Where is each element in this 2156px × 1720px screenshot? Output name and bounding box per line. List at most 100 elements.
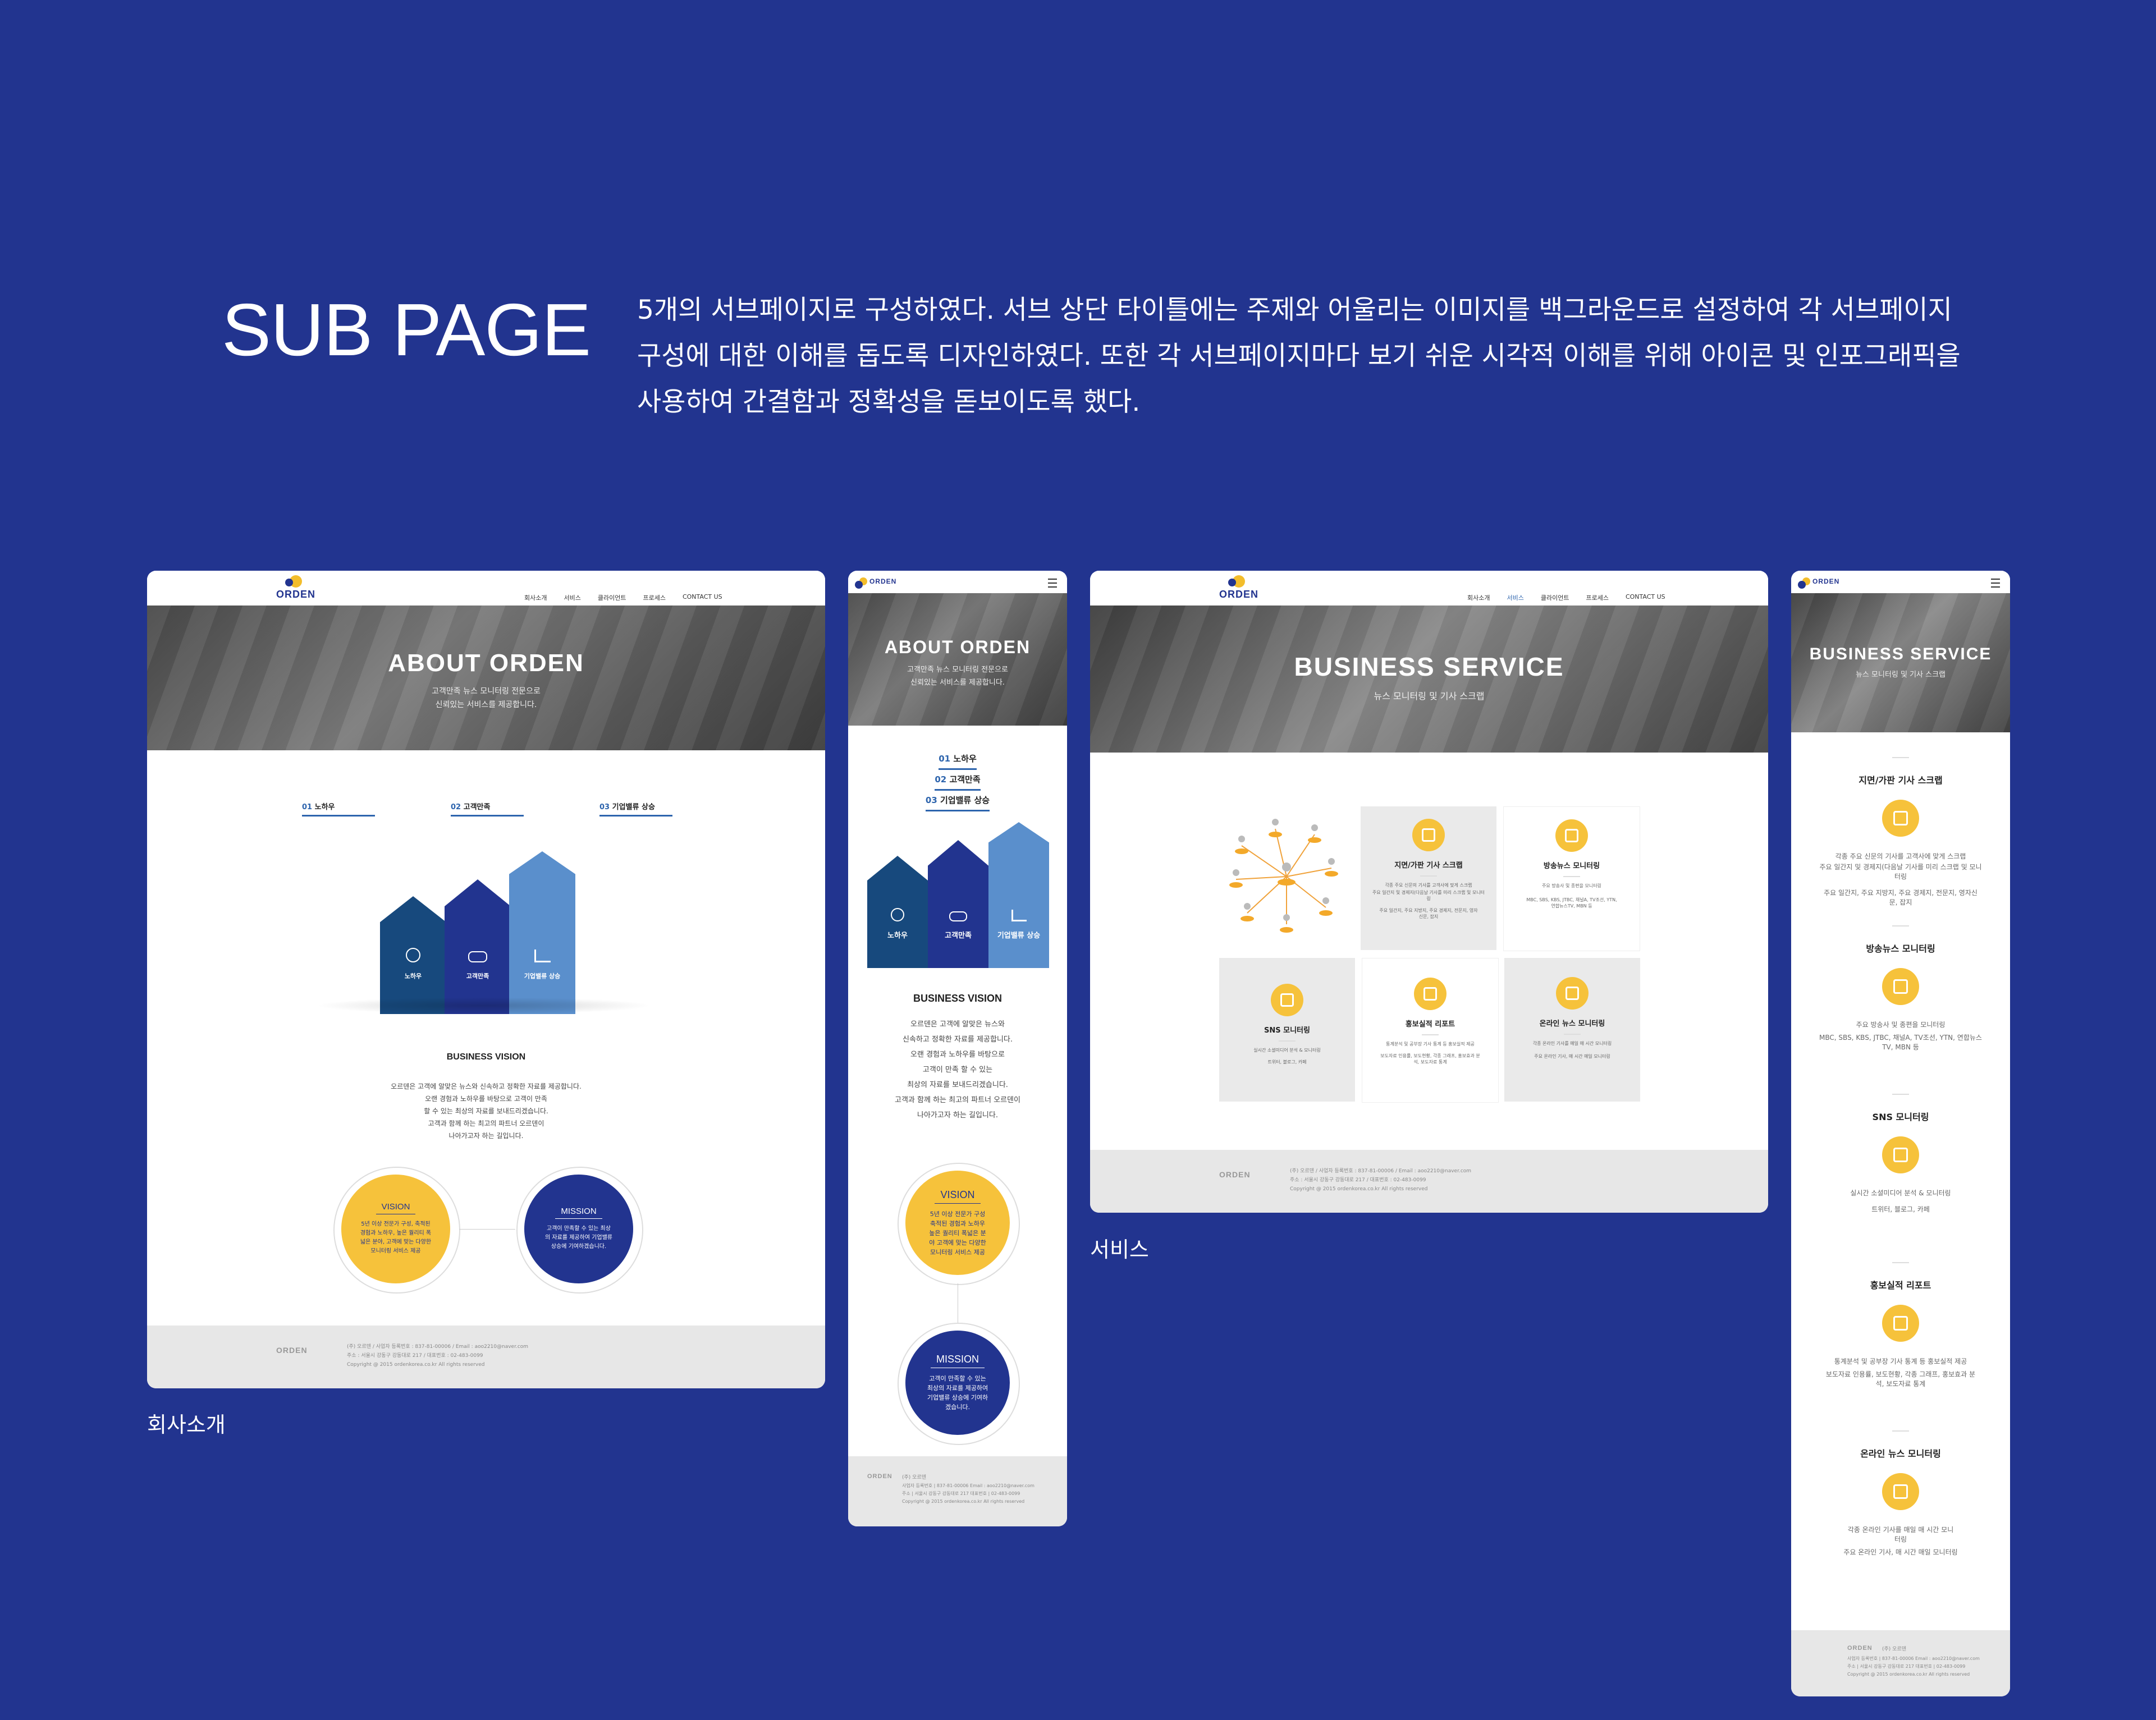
hero-subtitle-2: 신뢰있는 서비스를 제공합니다. <box>910 678 1005 687</box>
tab-bar: 01 노하우 02 고객만족 03 기업밸류 상승 <box>302 801 672 817</box>
logo-mark-icon <box>285 575 302 588</box>
logo-text: ORDEN <box>1219 589 1259 600</box>
nav-menu: 회사소개 서비스 클라이언트 프로세스 CONTACT US <box>524 593 722 602</box>
service-item-sns[interactable]: SNS 모니터링 실시간 소셜미디어 분석 & 모니터링 트위터, 블로그, 카… <box>1791 1094 2010 1262</box>
hero-title: BUSINESS SERVICE <box>1809 645 1992 663</box>
service-desc: 각종 온라인 기사를 매일 매 시간 모니터링 <box>1532 1041 1612 1046</box>
footer-line: 사업자 등록번호 | 837-81-00006 Email : aoo2210@… <box>902 1483 1034 1488</box>
tab-num: 02 <box>451 803 461 811</box>
divider <box>1420 875 1437 877</box>
service-desc: 보도자료 인용률, 보도현황, 각종 그래프, 홍보효과 분석, 보도자료 통계 <box>1825 1370 1976 1388</box>
chevron-label: 고객만족 <box>945 932 972 940</box>
service-item-online[interactable]: 온라인 뉴스 모니터링 각종 온라인 기사를 매일 매 시간 모니터링 주요 온… <box>1791 1430 2010 1599</box>
tab-satisfaction[interactable]: 02 고객만족 <box>451 801 524 817</box>
logo[interactable]: ORDEN <box>276 575 315 600</box>
service-desc: 실시간 소셜미디어 분석 & 모니터링 <box>1850 1189 1951 1197</box>
tab-label: 고객만족 <box>463 803 491 811</box>
vision-line: 오르덴은 고객에 알맞은 뉴스와 <box>910 1020 1005 1029</box>
nav-item-service[interactable]: 서비스 <box>1507 593 1523 602</box>
service-mobile-preview: ORDEN BUSINESS SERVICE 뉴스 모니터링 및 기사 스크랩 … <box>1791 571 2010 1696</box>
service-item-report[interactable]: 홍보실적 리포트 통계분석 및 공부장 기사 통계 등 홍보실적 제공 보도자료… <box>1791 1262 2010 1430</box>
footer-logo: ORDEN <box>276 1346 308 1355</box>
service-title: 홍보실적 리포트 <box>1870 1280 1931 1291</box>
mission-desc: 고객이 만족할 수 있는 최상의 자료를 제공하여 기업밸류 상승에 기여하겠습… <box>927 1375 988 1411</box>
service-card-sns[interactable]: SNS 모니터링 실시간 소셜미디어 분석 & 모니터링 트위터, 블로그, 카… <box>1219 958 1355 1102</box>
footer-logo: ORDEN <box>867 1473 892 1480</box>
chevron-value: 기업밸류 상승 <box>988 822 1049 968</box>
pie-chart-icon <box>1414 978 1447 1010</box>
logo-text: ORDEN <box>869 577 897 585</box>
service-card-report[interactable]: 홍보실적 리포트 통계분석 및 공부장 기사 통계 등 홍보실적 제공 보도자료… <box>1362 958 1499 1103</box>
service-desc: 주요 일간지, 주요 지방지, 주요 경제지, 전문지, 영자신문, 잡지 <box>1379 908 1478 919</box>
divider <box>1564 1034 1581 1035</box>
tab-label: 기업밸류 상승 <box>940 795 990 805</box>
chevron-value: 기업밸류 상승 <box>509 851 575 1014</box>
tab-knowhow[interactable]: 01 노하우 <box>302 801 375 817</box>
service-item-scrap[interactable]: 지면/가판 기사 스크랩 각종 주요 신문의 기사를 고객사에 맞게 스크랩 주… <box>1791 757 2010 925</box>
mission-circle: MISSION 고객이 만족할 수 있는 최상의 자료를 제공하여 기업밸류 상… <box>905 1331 1010 1435</box>
footer-logo: ORDEN <box>1847 1645 1873 1652</box>
nav-item-process[interactable]: 프로세스 <box>643 593 665 602</box>
nav-item-process[interactable]: 프로세스 <box>1586 593 1608 602</box>
vision-circle: VISION 5년 이상 전문가 구성 축적된 경험과 노하우 높은 퀄리티 폭… <box>905 1171 1010 1275</box>
service-title: 지면/가판 기사 스크랩 <box>1394 861 1463 870</box>
nav-item-service[interactable]: 서비스 <box>564 593 580 602</box>
chevron-infographic: 노하우 고객만족 기업밸류 상승 <box>867 822 1052 968</box>
handshake-icon <box>468 951 487 962</box>
tab-knowhow[interactable]: 01 노하우 <box>848 749 1067 770</box>
vision-title: BUSINESS VISION <box>913 993 1003 1004</box>
footer-company: (주) 오르덴 <box>1882 1646 1907 1652</box>
hero-banner: ABOUT ORDEN 고객만족 뉴스 모니터링 전문으로 신뢰있는 서비스를 … <box>848 593 1067 726</box>
service-card-online[interactable]: 온라인 뉴스 모니터링 각종 온라인 기사를 매일 매 시간 모니터링 주요 온… <box>1504 958 1640 1102</box>
tab-satisfaction[interactable]: 02 고객만족 <box>848 770 1067 791</box>
vision-line: 오랜 경험과 노하우를 바탕으로 <box>910 1051 1005 1059</box>
mobile-nav: ORDEN <box>848 571 1067 593</box>
menu-icon[interactable] <box>1991 579 2000 588</box>
menu-icon[interactable] <box>1048 579 1057 588</box>
service-title: 홍보실적 리포트 <box>1405 1020 1455 1029</box>
footer-info: (주) 오르덴 / 사업자 등록번호 : 837-81-00006 / Emai… <box>1290 1167 1471 1194</box>
vision-label: VISION <box>935 1189 981 1204</box>
nav-item-about[interactable]: 회사소개 <box>524 593 547 602</box>
nav-item-about[interactable]: 회사소개 <box>1467 593 1490 602</box>
divider <box>1892 1262 1909 1263</box>
divider <box>1892 925 1909 926</box>
top-nav: ORDEN 회사소개 서비스 클라이언트 프로세스 CONTACT US <box>1090 571 1768 606</box>
tab-num: 03 <box>925 795 937 805</box>
divider <box>1892 1094 1909 1095</box>
nav-item-client[interactable]: 클라이언트 <box>1541 593 1569 602</box>
people-network-icon <box>1229 819 1338 933</box>
nav-item-contact[interactable]: CONTACT US <box>1626 593 1665 602</box>
service-desc: 통계분석 및 공부장 기사 통계 등 홍보실적 제공 <box>1834 1357 1967 1365</box>
chevron-satisfaction: 고객만족 <box>445 879 511 1014</box>
service-desc: 주요 일간지, 주요 지방지, 주요 경제지, 전문지, 영자신문, 잡지 <box>1824 889 1978 906</box>
tab-label: 노하우 <box>314 803 335 811</box>
nav-item-contact[interactable]: CONTACT US <box>683 593 722 602</box>
divider <box>1892 757 1909 758</box>
tab-value[interactable]: 03 기업밸류 상승 <box>599 801 672 817</box>
hero-subtitle: 뉴스 모니터링 및 기사 스크랩 <box>1855 671 1946 679</box>
service-title: 온라인 뉴스 모니터링 <box>1860 1448 1941 1459</box>
footer-line: (주) 오르덴 / 사업자 등록번호 : 837-81-00006 / Emai… <box>1290 1168 1472 1174</box>
logo-mark-icon <box>1228 575 1245 588</box>
logo[interactable]: ORDEN <box>1219 575 1258 600</box>
tab-num: 02 <box>935 774 947 785</box>
service-title: 온라인 뉴스 모니터링 <box>1539 1020 1605 1028</box>
hero-subtitle-1: 고객만족 뉴스 모니터링 전문으로 <box>432 687 541 696</box>
tab-value[interactable]: 03 기업밸류 상승 <box>848 791 1067 811</box>
top-nav: ORDEN 회사소개 서비스 클라이언트 프로세스 CONTACT US <box>147 571 825 606</box>
service-desc: 통계분석 및 공부장 기사 통계 등 홍보실적 제공 <box>1386 1042 1475 1047</box>
logo[interactable]: ORDEN <box>1798 577 1839 589</box>
chevron-knowhow: 노하우 <box>867 856 928 968</box>
bulb-icon <box>891 908 904 921</box>
service-card-scrap[interactable]: 지면/가판 기사 스크랩 각종 주요 신문의 기사를 고객사에 맞게 스크랩 주… <box>1361 806 1496 950</box>
tab-label: 노하우 <box>953 754 977 764</box>
service-item-broadcast[interactable]: 방송뉴스 모니터링 주요 방송사 및 종편을 모니터링 MBC, SBS, KB… <box>1791 925 2010 1094</box>
hero-subtitle-1: 고객만족 뉴스 모니터링 전문으로 <box>907 666 1008 674</box>
about-mobile-preview: ORDEN ABOUT ORDEN 고객만족 뉴스 모니터링 전문으로 신뢰있는… <box>848 571 1067 1526</box>
nav-item-client[interactable]: 클라이언트 <box>598 593 626 602</box>
service-card-broadcast[interactable]: 방송뉴스 모니터링 주요 방송사 및 종편을 모니터링 MBC, SBS, KB… <box>1503 806 1640 951</box>
logo[interactable]: ORDEN <box>855 577 897 589</box>
service-desc: 주요 온라인 기사, 매 시간 매일 모니터링 <box>1843 1548 1958 1556</box>
service-desktop-preview: ORDEN 회사소개 서비스 클라이언트 프로세스 CONTACT US BUS… <box>1090 571 1768 1213</box>
